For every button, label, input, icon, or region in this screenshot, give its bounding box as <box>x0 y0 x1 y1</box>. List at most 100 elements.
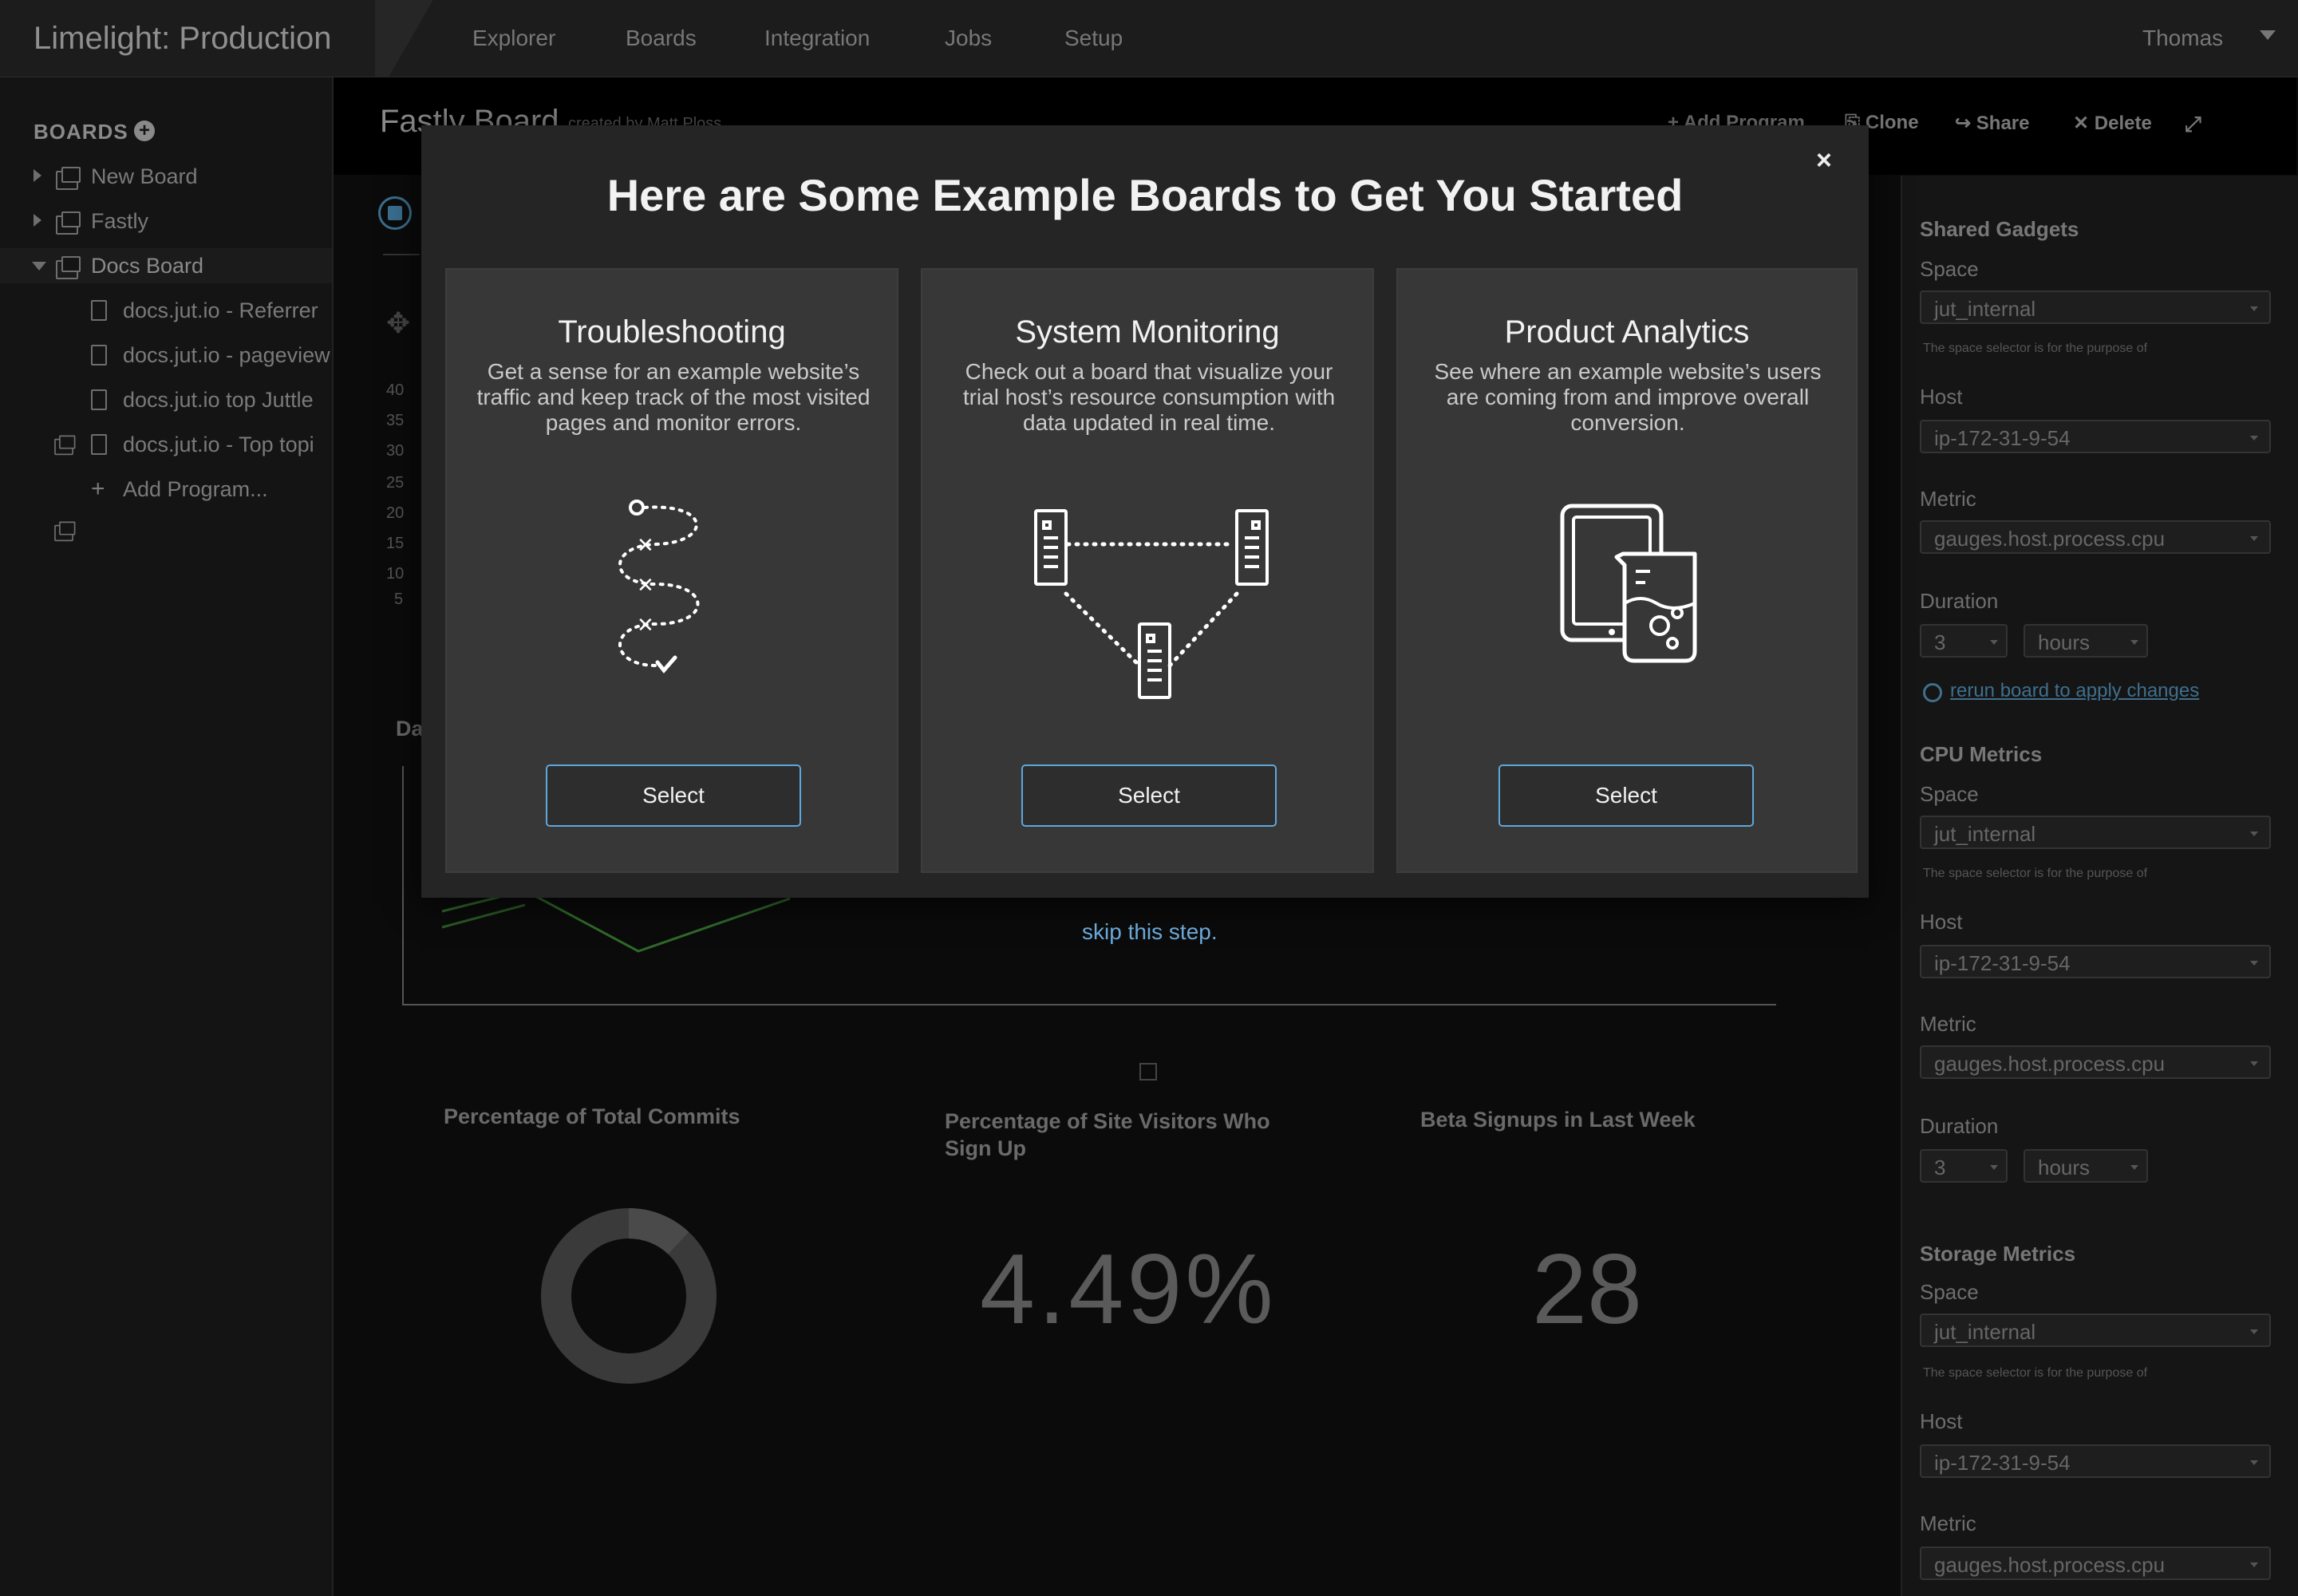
sidebar-program-3[interactable]: docs.jut.io top Juttle <box>123 388 332 413</box>
chevron-down-icon[interactable] <box>2260 30 2276 40</box>
gadget-handle-icon[interactable] <box>1139 1063 1157 1080</box>
metric-select[interactable]: gauges.host.process.cpu <box>1920 1547 2271 1580</box>
card-description: Get a sense for an example website’s tra… <box>476 359 871 435</box>
y-tick: 25 <box>386 474 405 492</box>
card-system-monitoring[interactable]: System Monitoring Check out a board that… <box>921 268 1374 873</box>
tablet-home <box>1609 629 1615 635</box>
rerun-board-link[interactable]: rerun board to apply changes <box>1950 680 2199 702</box>
nav-boards[interactable]: Boards <box>626 26 697 51</box>
expand-icon[interactable] <box>34 169 41 182</box>
card-title: Product Analytics <box>1504 314 1750 350</box>
duration-unit-select[interactable]: hours <box>2024 624 2148 658</box>
host-label: Host <box>1920 385 1963 409</box>
sidebar-item-docs-board[interactable]: Docs Board <box>91 254 203 279</box>
host-value: ip-172-31-9-54 <box>1934 951 2071 975</box>
beta-signups-value: 28 <box>1532 1235 1642 1345</box>
sidebar-item-new-board[interactable]: New Board <box>91 164 198 189</box>
select-product-analytics-button[interactable]: Select <box>1498 764 1754 827</box>
skip-step-link[interactable]: skip this step. <box>1082 919 1218 945</box>
board-icon[interactable] <box>54 521 76 542</box>
sidebar-program-1[interactable]: docs.jut.io - Referrer <box>123 298 332 323</box>
chart-x-axis <box>402 1004 1776 1005</box>
metric-select[interactable]: gauges.host.process.cpu <box>1920 1045 2271 1079</box>
duration-unit: hours <box>2038 1156 2091 1179</box>
chevron-down-icon <box>2250 1329 2258 1334</box>
chevron-down-icon <box>2250 436 2258 440</box>
drag-handle-icon[interactable]: ✥ <box>386 306 410 340</box>
program-file-icon <box>91 300 107 321</box>
metric-value: gauges.host.process.cpu <box>1934 1052 2166 1076</box>
server-right <box>1235 509 1269 586</box>
delete-button[interactable]: ✕ Delete <box>2073 112 2152 135</box>
space-help-text: The space selector is for the purpose of <box>1923 342 2148 355</box>
path-x-1: ✕ <box>637 534 654 558</box>
chevron-down-icon <box>1990 1165 1998 1170</box>
path-check <box>655 655 677 674</box>
space-select[interactable]: jut_internal <box>1920 816 2271 849</box>
chevron-down-icon <box>2250 306 2258 311</box>
sidebar-program-4[interactable]: docs.jut.io - Top topi <box>123 433 332 457</box>
board-icon <box>56 211 81 235</box>
series-line-green <box>441 889 791 953</box>
select-system-monitoring-button[interactable]: Select <box>1021 764 1277 827</box>
nav-integration[interactable]: Integration <box>764 26 870 51</box>
modal-title: Here are Some Example Boards to Get You … <box>606 170 1684 220</box>
duration-unit-select[interactable]: hours <box>2024 1149 2148 1183</box>
app-title[interactable]: Limelight: Production <box>34 21 332 57</box>
space-help-text: The space selector is for the purpose of <box>1923 1366 2148 1380</box>
share-button[interactable]: ↪ Share <box>1955 112 2029 135</box>
host-select[interactable]: ip-172-31-9-54 <box>1920 945 2271 978</box>
tablet-beaker-icon <box>1560 504 1697 663</box>
board-icon <box>56 256 81 279</box>
card-title: Troubleshooting <box>558 314 786 350</box>
space-label: Space <box>1920 257 1979 281</box>
metric-value: gauges.host.process.cpu <box>1934 1553 2166 1577</box>
host-select[interactable]: ip-172-31-9-54 <box>1920 420 2271 453</box>
link-left <box>1064 591 1142 668</box>
gadget-title-signups: Beta Signups in Last Week <box>1420 1108 1696 1132</box>
expand-icon[interactable] <box>34 214 41 227</box>
y-tick: 35 <box>386 412 405 429</box>
nav-explorer[interactable]: Explorer <box>472 26 555 51</box>
delete-label: Delete <box>2094 113 2152 134</box>
card-product-analytics[interactable]: Product Analytics See where an example w… <box>1396 268 1858 873</box>
nav-jobs[interactable]: Jobs <box>945 26 992 51</box>
stop-icon <box>388 206 402 220</box>
collapse-icon[interactable] <box>32 262 46 271</box>
chevron-down-icon <box>2250 961 2258 966</box>
nav-setup[interactable]: Setup <box>1064 26 1123 51</box>
sidebar-program-2[interactable]: docs.jut.io - pageview <box>123 343 332 368</box>
duration-unit: hours <box>2038 630 2091 654</box>
server-bottom <box>1138 622 1171 699</box>
close-icon[interactable]: × <box>1816 147 1832 174</box>
metric-label: Metric <box>1920 487 1976 511</box>
user-menu[interactable]: Thomas <box>2142 26 2223 51</box>
space-select[interactable]: jut_internal <box>1920 1314 2271 1347</box>
server-network-icon <box>1034 509 1269 699</box>
chevron-down-icon <box>2250 832 2258 836</box>
share-label: Share <box>1976 113 2030 134</box>
chevron-down-icon <box>2250 1061 2258 1066</box>
visitors-signup-value: 4.49% <box>980 1235 1277 1345</box>
sidebar-item-fastly[interactable]: Fastly <box>91 209 148 234</box>
y-tick: 10 <box>386 565 405 583</box>
chevron-down-icon <box>2130 1165 2138 1170</box>
boards-heading: BOARDS <box>34 120 128 144</box>
metric-select[interactable]: gauges.host.process.cpu <box>1920 520 2271 554</box>
card-troubleshooting[interactable]: Troubleshooting Get a sense for an examp… <box>445 268 898 873</box>
duration-value: 3 <box>1934 630 1946 654</box>
card-title: System Monitoring <box>1015 314 1280 350</box>
host-label: Host <box>1920 1409 1963 1433</box>
fullscreen-icon[interactable]: ⤢ <box>2185 112 2201 137</box>
space-select[interactable]: jut_internal <box>1920 290 2271 324</box>
add-program-link[interactable]: Add Program... <box>123 477 268 502</box>
select-troubleshooting-button[interactable]: Select <box>546 764 801 827</box>
top-bar <box>0 0 2298 77</box>
link-right <box>1167 591 1239 668</box>
refresh-icon[interactable] <box>1923 683 1942 702</box>
chevron-down-icon <box>1990 640 1998 645</box>
add-board-icon[interactable]: + <box>134 120 155 141</box>
space-help-text: The space selector is for the purpose of <box>1923 867 2148 880</box>
host-select[interactable]: ip-172-31-9-54 <box>1920 1444 2271 1478</box>
metric-label: Metric <box>1920 1511 1976 1535</box>
